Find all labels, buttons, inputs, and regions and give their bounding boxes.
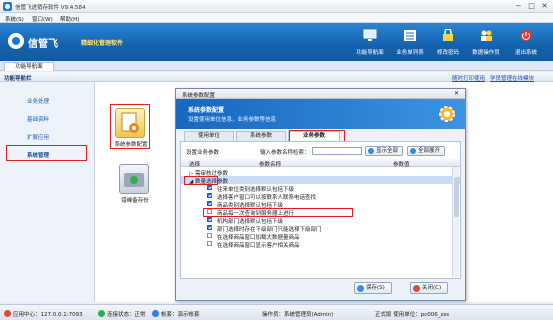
maximize-button[interactable]: □	[525, 1, 538, 11]
row-checkbox[interactable]	[207, 201, 212, 206]
row-label: 在选择商品窗口显示客户相关商品	[217, 243, 300, 249]
module-label-backup[interactable]: 错峰备存份	[113, 196, 157, 204]
grid-scrollbar[interactable]	[452, 167, 459, 277]
close-icon	[413, 285, 420, 292]
close-window-button[interactable]: ✕	[538, 1, 551, 11]
brand-name: 信管飞	[28, 39, 58, 50]
row-checkbox[interactable]	[207, 217, 212, 222]
menu-system[interactable]: 系统(S)	[5, 15, 24, 23]
highlight-box	[203, 208, 353, 217]
sidebar-item-business[interactable]: 业务处理	[27, 97, 49, 105]
dialog-title: 系统参数配置	[182, 93, 216, 99]
toolbar-exit-button[interactable]: 退出系统	[506, 26, 546, 58]
table-row[interactable]: 在选择商品窗口显示客户相关商品	[181, 240, 460, 249]
row-checkbox[interactable]	[207, 225, 212, 230]
menu-window[interactable]: 窗口(W)	[32, 15, 53, 23]
highlight-box	[110, 104, 150, 149]
status-connection: 连接状态：正常	[107, 312, 146, 318]
row-checkbox[interactable]	[207, 241, 212, 246]
column-header-name: 参数名称	[259, 162, 282, 168]
document-tabs: 功能导航面	[0, 61, 553, 71]
highlight-box	[6, 145, 87, 161]
menu-help[interactable]: 帮助(H)	[60, 15, 79, 23]
app-center-icon	[4, 310, 11, 317]
show-all-button[interactable]: 显示全部	[365, 146, 403, 156]
params-grid: 选择 参数名称 参数值 ▷ 需审核过参数 ◢ 数量选择参数 往来单位类别选择默认包括…	[181, 159, 460, 278]
banner-subtitle: 设置使用单位信息，业务参数等信息	[188, 117, 277, 123]
table-row[interactable]: 在选择商品窗口加载大数据量商品	[181, 232, 460, 241]
column-header-select: 选择	[189, 162, 201, 168]
save-icon	[357, 285, 364, 292]
status-version: 正式版 使用单位：pc006_zss	[375, 312, 450, 318]
status-app-center: 应用中心：127.0.0.1:7093	[13, 312, 83, 318]
window-title: 信管飞进销存软件 V9.4.584	[15, 5, 86, 11]
account-icon	[152, 310, 159, 317]
highlight-box	[184, 176, 218, 185]
toolbar-password-button[interactable]: 修改密码	[428, 26, 468, 58]
dialog-close-icon[interactable]: ✕	[454, 90, 459, 97]
panel-heading: 设置业务参数	[186, 150, 220, 156]
nav-link-online[interactable]: 学员管理在线模块	[490, 74, 534, 82]
status-account: 帐套：演示帐套	[161, 312, 200, 318]
sidebar-item-extensions[interactable]: 扩展应用	[27, 133, 49, 141]
row-checkbox[interactable]	[207, 193, 212, 198]
toolbar-nav-button[interactable]: 功能导航面	[350, 26, 390, 58]
scroll-thumb[interactable]	[454, 177, 459, 217]
nav-title: 功能导航栏	[4, 76, 32, 82]
row-checkbox[interactable]	[207, 185, 212, 190]
sidebar-item-basic-data[interactable]: 基础资料	[27, 115, 49, 123]
monitor-icon	[363, 29, 377, 41]
app-icon	[3, 2, 12, 11]
disk-icon[interactable]	[119, 164, 149, 194]
tab-home[interactable]: 功能导航面	[4, 62, 54, 71]
table-row[interactable]: 商品类别选择默认包括下级	[181, 200, 460, 209]
expand-icon	[410, 148, 416, 154]
gear-icon	[439, 106, 455, 122]
minimize-button[interactable]: −	[512, 1, 525, 11]
table-row[interactable]: 部门选择时存在下级部门只能选择下级部门	[181, 224, 460, 233]
system-config-dialog: 系统参数配置 ✕ 系统参数配置 设置使用单位信息，业务参数等信息 使用单位 系统…	[175, 88, 466, 301]
tab-system-params[interactable]: 系统参数	[236, 131, 286, 141]
status-bar: 应用中心：127.0.0.1:7093 连接状态：正常 帐套：演示帐套 操作员：…	[0, 304, 553, 320]
connection-icon	[98, 310, 105, 317]
nav-header: 功能导航栏 随时打印使用 学员管理在线模块	[0, 72, 553, 82]
lock-icon	[443, 29, 453, 41]
dialog-titlebar: 系统参数配置 ✕	[176, 89, 465, 99]
table-row[interactable]: ▷ 需审核过参数	[181, 168, 460, 177]
column-header-value: 参数值	[393, 162, 410, 168]
brand-logo-icon	[8, 33, 24, 49]
table-row[interactable]: ◢ 数量选择参数	[181, 176, 460, 185]
row-checkbox[interactable]	[207, 233, 212, 238]
dialog-banner: 系统参数配置 设置使用单位信息，业务参数等信息	[176, 99, 465, 129]
table-row[interactable]: 往来单位类别选择默认包括下级	[181, 184, 460, 193]
tab-unit[interactable]: 使用单位	[184, 131, 234, 141]
nav-link-print[interactable]: 随时打印使用	[452, 74, 485, 82]
toolbar-operator-button[interactable]: 数据操作员	[466, 26, 506, 58]
list-icon	[404, 30, 416, 41]
power-icon	[520, 30, 532, 41]
menu-bar: 系统(S) 窗口(W) 帮助(H)	[0, 13, 553, 23]
expand-all-button[interactable]: 全部展开	[407, 146, 445, 156]
banner-title: 系统参数配置	[188, 107, 225, 114]
users-icon	[481, 30, 492, 41]
table-row[interactable]: 选择客户窗口可以按联系人联系电话查找	[181, 192, 460, 201]
toolbar-doclist-button[interactable]: 业务单列表	[390, 26, 430, 58]
search-label: 输入参数名称检索：	[260, 150, 310, 156]
table-row[interactable]: 机构部门选择默认包括下级	[181, 216, 460, 225]
sidebar: 业务处理 基础资料 扩展应用 系统管理	[0, 82, 95, 302]
search-input[interactable]	[312, 147, 362, 155]
brand-slogan: 精细化管理软件	[81, 40, 124, 47]
grid-header: 选择 参数名称 参数值	[181, 159, 460, 168]
status-operator: 操作员：系统管理员(Admin)	[262, 312, 334, 318]
save-button[interactable]: 保存(S)	[354, 282, 392, 294]
close-button[interactable]: 关闭(C)	[410, 282, 448, 294]
title-bar: 信管飞进销存软件 V9.4.584 − □ ✕	[0, 0, 553, 13]
app-header: 信管飞 精细化管理软件 功能导航面 业务单列表 修改密码 数据操作员 退出系统	[0, 23, 553, 61]
search-icon	[368, 148, 374, 154]
